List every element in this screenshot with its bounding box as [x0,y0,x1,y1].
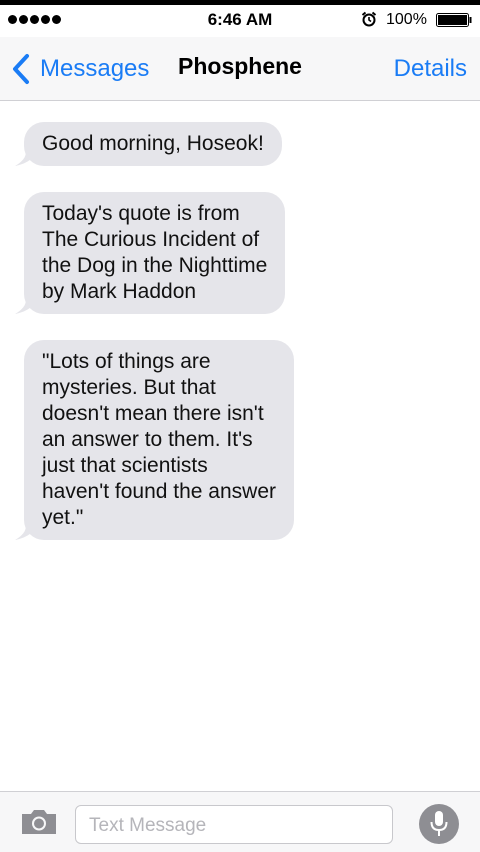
incoming-message-bubble: Today's quote is from The Curious Incide… [15,192,286,314]
back-label: Messages [40,55,150,82]
message-text: Today's quote is from The Curious Incide… [42,202,268,303]
battery-percent: 100% [386,11,427,28]
message-text: Good morning, Hoseok! [42,132,264,155]
navigation-bar: Messages Phosphene Details [0,37,480,101]
bubble-tail [15,522,37,540]
bubble-tail [15,296,37,314]
battery-full-icon [436,13,472,27]
details-button[interactable]: Details [394,55,467,83]
back-button[interactable]: Messages [10,51,149,87]
microphone-icon [430,811,448,836]
incoming-message-bubble: Good morning, Hoseok! [15,122,282,166]
camera-icon[interactable] [19,807,59,837]
incoming-message-bubble: "Lots of things are mysteries. But that … [15,340,295,540]
microphone-button[interactable] [419,804,459,844]
text-message-input[interactable]: Text Message [75,805,393,844]
alarm-clock-icon [361,11,377,27]
status-bar: 6:46 AM 100% [0,5,480,37]
bubble-tail [15,148,37,166]
chevron-left-icon [13,54,29,84]
message-input-bar: Text Message [0,791,480,852]
message-text: "Lots of things are mysteries. But that … [42,350,277,529]
